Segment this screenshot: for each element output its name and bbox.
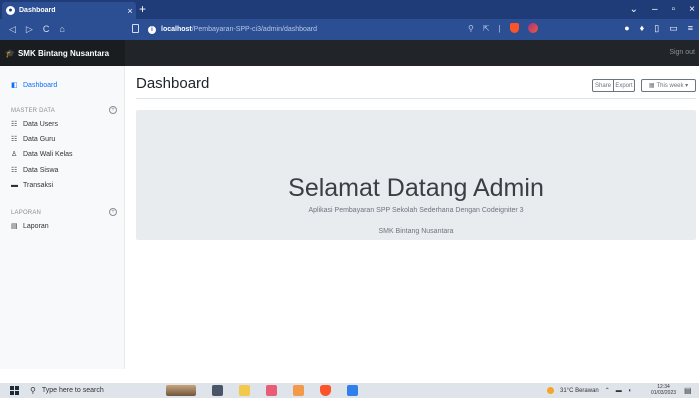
sidebar-item-label: Data Wali Kelas	[23, 150, 73, 158]
notification-icon[interactable]: ▤	[684, 386, 692, 395]
vscode-icon[interactable]	[347, 385, 358, 396]
taskbar-apps	[166, 385, 358, 396]
url-host: localhost	[161, 26, 192, 33]
sidebar-item-data-wali-kelas[interactable]: ♙ Data Wali Kelas	[11, 150, 73, 159]
url-actions: ⚲ ⇱ |	[468, 23, 538, 33]
welcome-banner: Selamat Datang Admin Aplikasi Pembayaran…	[136, 110, 696, 240]
tab-search-icon[interactable]: ⌄	[630, 4, 638, 15]
sidebar-item-data-users[interactable]: ☷ Data Users	[11, 120, 59, 129]
sidebar: ◧ Dashboard MASTER DATA + ☷ Data Users ☷…	[0, 66, 125, 369]
forward-icon[interactable]: ▷	[26, 24, 33, 35]
wallet-icon[interactable]: ●	[624, 23, 629, 34]
taskbar-clock[interactable]: 12:34 01/03/2023	[651, 384, 676, 396]
sidebar-item-label: Dashboard	[23, 81, 58, 89]
url-field[interactable]: i localhost /Pembayaran-SPP-ci3/admin/da…	[134, 22, 458, 37]
nav-buttons: ◁ ▷ C ⌂	[0, 24, 128, 35]
separator: |	[498, 23, 501, 33]
window-close-icon[interactable]: ×	[689, 4, 695, 15]
extensions-icon[interactable]: ♦	[640, 23, 645, 34]
welcome-heading: Selamat Datang Admin	[288, 174, 544, 202]
add-master-icon[interactable]: +	[109, 106, 117, 114]
news-widget-icon[interactable]	[166, 385, 196, 396]
favicon-icon: ●	[6, 6, 15, 15]
add-report-icon[interactable]: +	[109, 208, 117, 216]
taskbar-search[interactable]: ⚲ Type here to search	[30, 383, 126, 398]
graduation-cap-icon: 🎓	[5, 48, 15, 58]
menu-icon[interactable]: ≡	[688, 23, 693, 34]
dashboard-icon: ◧	[11, 82, 18, 89]
page-title: Dashboard	[136, 75, 210, 92]
window-controls: ⌄ – ▫ ×	[630, 0, 695, 19]
money-icon: ▬	[11, 182, 18, 189]
sidebar-item-data-guru[interactable]: ☷ Data Guru	[11, 135, 56, 144]
share-button[interactable]: Share	[592, 79, 614, 92]
sidebar-item-label: Transaksi	[23, 182, 54, 189]
toolbar-icons: ● ♦ ▯ ▭ ≡	[624, 23, 693, 34]
users-icon: ☷	[11, 121, 18, 128]
weather-icon	[547, 387, 554, 394]
clock-date: 01/03/2023	[651, 390, 677, 396]
brave-shield-icon[interactable]	[509, 23, 519, 33]
this-week-label: This week	[656, 82, 684, 89]
brand[interactable]: 🎓 SMK Bintang Nusantara	[0, 40, 125, 66]
school-name: SMK Bintang Nusantara	[378, 228, 454, 235]
export-button[interactable]: Export	[613, 79, 635, 92]
teachers-icon: ☷	[11, 136, 18, 143]
sidebar-item-data-siswa[interactable]: ☷ Data Siswa	[11, 166, 59, 175]
sidebar-item-dashboard[interactable]: ◧ Dashboard	[11, 81, 58, 90]
weather-text[interactable]: 31°C Berawan	[560, 388, 599, 394]
brave-rewards-icon[interactable]	[527, 23, 538, 33]
calendar-icon: ▦	[648, 83, 655, 89]
file-explorer-icon[interactable]	[239, 385, 250, 396]
sidebar-heading-master: MASTER DATA	[11, 108, 55, 114]
minimize-icon[interactable]: –	[652, 4, 658, 15]
sublime-text-icon[interactable]	[293, 385, 304, 396]
sidebar-item-label: Data Users	[23, 120, 59, 128]
user-tie-icon: ♙	[11, 151, 18, 158]
url-path: /Pembayaran-SPP-ci3/admin/dashboard	[191, 26, 318, 33]
chevron-down-icon: ▾	[683, 83, 689, 89]
zoom-icon[interactable]: ⚲	[468, 24, 474, 33]
new-tab-button[interactable]: +	[139, 2, 146, 17]
site-info-icon[interactable]: i	[148, 25, 156, 34]
volume-icon[interactable]: ◖	[628, 388, 632, 394]
sidebar-item-label: Data Guru	[23, 135, 56, 143]
maximize-icon[interactable]: ▫	[672, 4, 676, 15]
reload-icon[interactable]: C	[43, 24, 50, 35]
sidebar-item-transaksi[interactable]: ▬ Transaksi	[11, 182, 53, 189]
sidebar-item-label: Data Siswa	[23, 166, 59, 174]
sign-out-link[interactable]: Sign out	[669, 40, 695, 66]
browser-tab-bar: ● Dashboard × + ⌄ – ▫ ×	[0, 0, 699, 19]
windows-start-icon[interactable]	[10, 386, 19, 395]
taskbar-search-placeholder: Type here to search	[41, 387, 104, 394]
back-icon[interactable]: ◁	[9, 24, 16, 35]
reading-list-icon[interactable]: ▭	[669, 23, 678, 34]
network-icon[interactable]: ▬	[616, 388, 622, 394]
app-navbar: 🎓 SMK Bintang Nusantara Sign out	[0, 40, 699, 66]
brand-label: SMK Bintang Nusantara	[17, 48, 110, 58]
tab-title: Dashboard	[19, 7, 56, 14]
students-icon: ☷	[11, 167, 18, 174]
sidebar-item-laporan[interactable]: ▤ Laporan	[11, 222, 49, 231]
tab-close-icon[interactable]: ×	[124, 6, 136, 16]
sidebar-toggle-icon[interactable]: ▯	[654, 23, 659, 34]
file-icon: ▤	[11, 223, 18, 230]
task-view-icon[interactable]	[212, 385, 223, 396]
search-icon: ⚲	[30, 386, 36, 395]
address-bar: ◁ ▷ C ⌂ i localhost /Pembayaran-SPP-ci3/…	[0, 19, 699, 40]
tray-chevron-icon[interactable]: ⌃	[605, 387, 610, 394]
divider	[136, 98, 696, 99]
home-icon[interactable]: ⌂	[59, 24, 64, 35]
this-week-dropdown[interactable]: ▦ This week ▾	[641, 79, 696, 92]
system-tray: 31°C Berawan ⌃ ▬ ◖	[547, 383, 631, 398]
brave-browser-icon[interactable]	[320, 385, 331, 396]
sidebar-heading-laporan: LAPORAN	[11, 210, 42, 216]
sidebar-item-label: Laporan	[23, 222, 49, 230]
mail-icon[interactable]	[266, 385, 277, 396]
windows-taskbar: ⚲ Type here to search 31°C Berawan ⌃ ▬ ◖…	[0, 383, 699, 398]
welcome-subtitle: Aplikasi Pembayaran SPP Sekolah Sederhan…	[308, 207, 524, 214]
share-url-icon[interactable]: ⇱	[483, 24, 490, 33]
browser-tab[interactable]: ● Dashboard ×	[2, 2, 136, 19]
